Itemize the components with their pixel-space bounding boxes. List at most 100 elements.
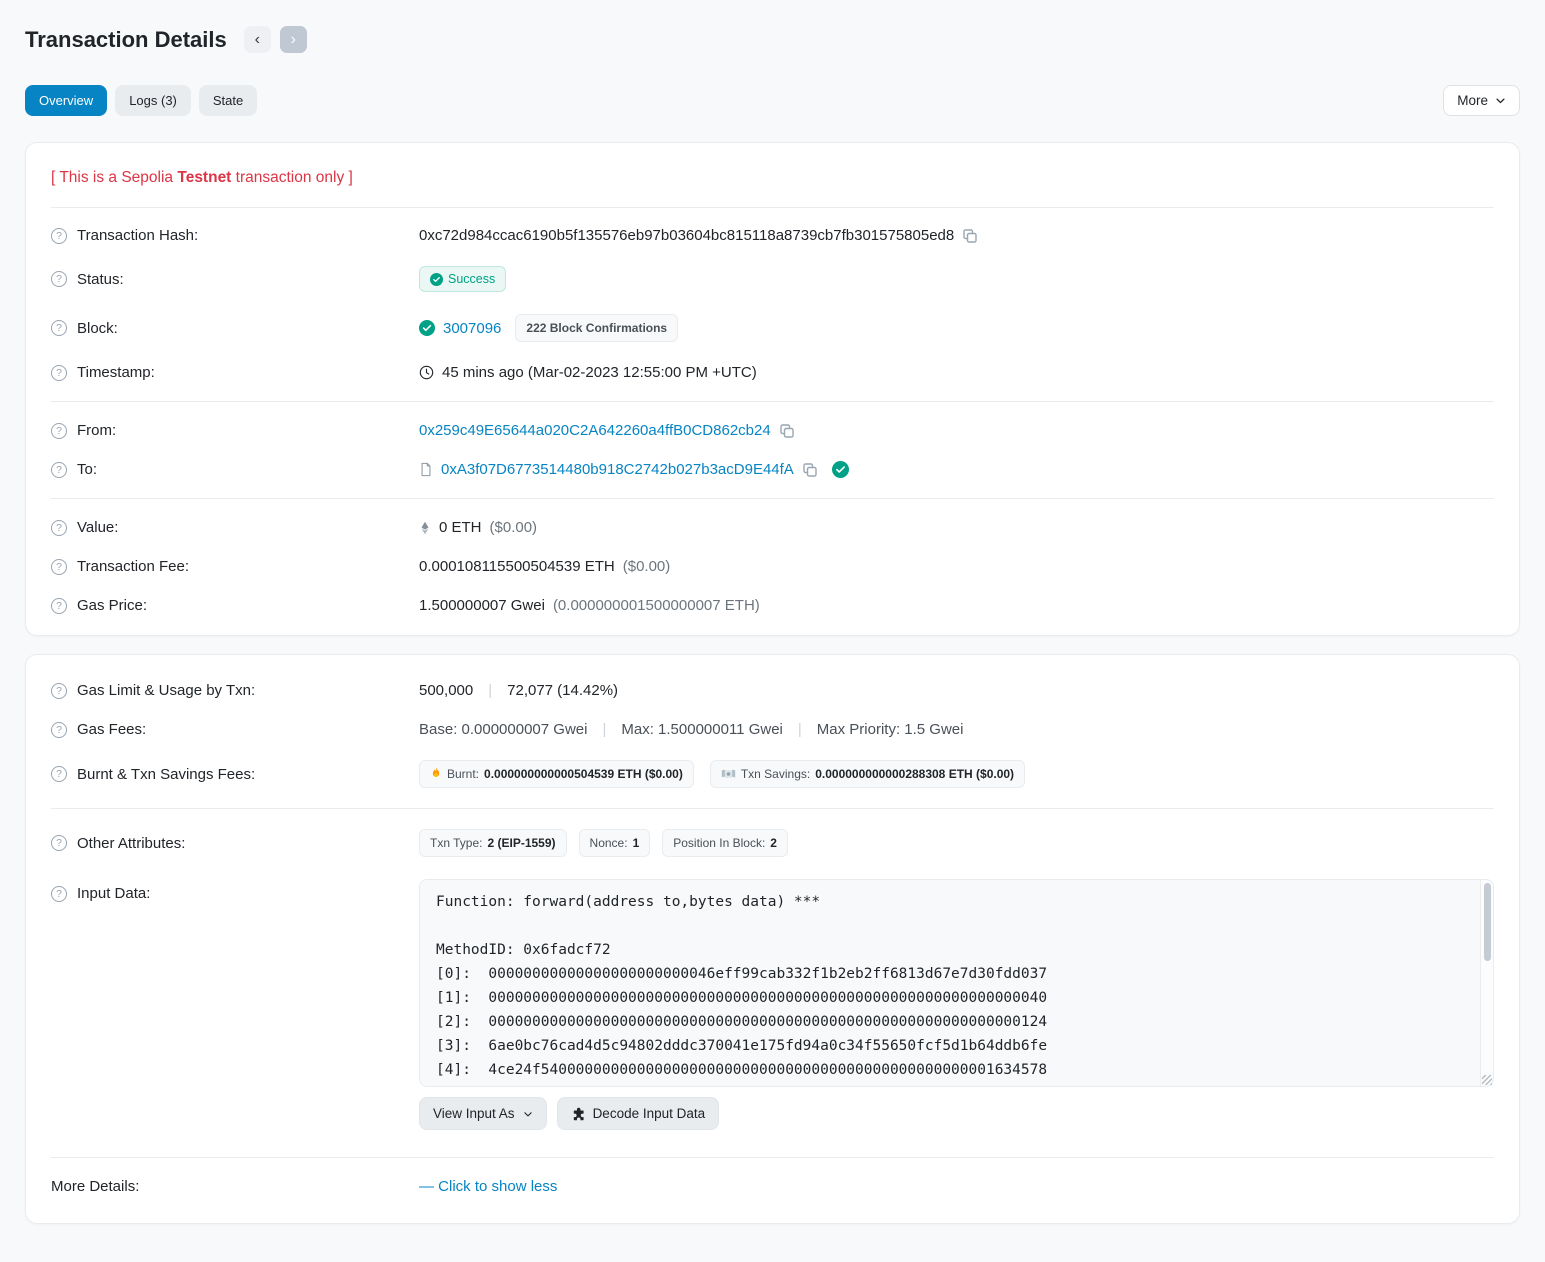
decode-input-data-label: Decode Input Data xyxy=(593,1106,706,1121)
copy-icon[interactable] xyxy=(779,423,795,439)
row-transaction-fee: ? Transaction Fee: 0.000108115500504539 … xyxy=(51,547,1494,586)
row-gas-limit: ? Gas Limit & Usage by Txn: 500,000 | 72… xyxy=(51,671,1494,710)
divider xyxy=(51,498,1494,499)
check-circle-icon xyxy=(419,320,435,336)
tabs-row: Overview Logs (3) State More xyxy=(25,85,1520,116)
position-in-block-label: Position In Block: xyxy=(673,836,765,850)
tab-logs[interactable]: Logs (3) xyxy=(115,85,191,116)
prev-transaction-button[interactable]: ‹ xyxy=(244,26,271,53)
help-icon[interactable]: ? xyxy=(51,520,67,536)
nonce-label: Nonce: xyxy=(590,836,628,850)
more-dropdown-button[interactable]: More xyxy=(1443,85,1520,116)
help-icon[interactable]: ? xyxy=(51,320,67,336)
more-label: More xyxy=(1457,93,1488,108)
value-usd: ($0.00) xyxy=(490,519,538,536)
money-wings-icon xyxy=(721,768,736,780)
block-confirmations-badge: 222 Block Confirmations xyxy=(515,314,678,342)
help-icon[interactable]: ? xyxy=(51,683,67,699)
help-icon[interactable]: ? xyxy=(51,365,67,381)
help-icon[interactable]: ? xyxy=(51,598,67,614)
resize-grip[interactable] xyxy=(1482,1075,1492,1085)
separator: | xyxy=(602,721,606,738)
chevron-down-icon xyxy=(1495,95,1506,106)
show-less-link[interactable]: — Click to show less xyxy=(419,1178,557,1195)
status-badge: Success xyxy=(419,266,506,292)
scrollbar-track[interactable] xyxy=(1480,880,1493,1086)
burnt-badge-value: 0.000000000000504539 ETH ($0.00) xyxy=(484,767,683,781)
gas-fees-label: Gas Fees: xyxy=(77,721,146,738)
txn-type-badge: Txn Type: 2 (EIP-1559) xyxy=(419,829,567,857)
from-address-link[interactable]: 0x259c49E65644a020C2A642260a4ffB0CD862cb… xyxy=(419,422,771,439)
eth-icon xyxy=(419,521,431,535)
row-input-data: ? Input Data: Function: forward(address … xyxy=(51,868,1494,1141)
gas-price-eth: (0.000000001500000007 ETH) xyxy=(553,597,760,614)
input-data-textarea[interactable]: Function: forward(address to,bytes data)… xyxy=(419,879,1494,1087)
row-other-attributes: ? Other Attributes: Txn Type: 2 (EIP-155… xyxy=(51,818,1494,868)
gas-fees-priority: Max Priority: 1.5 Gwei xyxy=(817,721,964,738)
gas-limit-label: Gas Limit & Usage by Txn: xyxy=(77,682,255,699)
help-icon[interactable]: ? xyxy=(51,835,67,851)
verified-check-icon xyxy=(832,461,849,478)
tab-overview[interactable]: Overview xyxy=(25,85,107,116)
transaction-hash-label: Transaction Hash: xyxy=(77,227,198,244)
burnt-badge: Burnt: 0.000000000000504539 ETH ($0.00) xyxy=(419,760,694,788)
copy-icon[interactable] xyxy=(802,462,818,478)
to-address-link[interactable]: 0xA3f07D6773514480b918C2742b027b3acD9E44… xyxy=(441,461,794,478)
input-actions: View Input As Decode Input Data xyxy=(419,1097,1494,1130)
view-input-as-label: View Input As xyxy=(433,1106,515,1121)
help-icon[interactable]: ? xyxy=(51,423,67,439)
status-label: Status: xyxy=(77,271,124,288)
input-data-label: Input Data: xyxy=(77,885,150,902)
row-gas-fees: ? Gas Fees: Base: 0.000000007 Gwei | Max… xyxy=(51,710,1494,749)
row-from: ? From: 0x259c49E65644a020C2A642260a4ffB… xyxy=(51,411,1494,450)
help-icon[interactable]: ? xyxy=(51,462,67,478)
timestamp-value: 45 mins ago (Mar-02-2023 12:55:00 PM +UT… xyxy=(442,364,757,381)
help-icon[interactable]: ? xyxy=(51,228,67,244)
help-icon[interactable]: ? xyxy=(51,722,67,738)
block-number-link[interactable]: 3007096 xyxy=(443,320,501,337)
transaction-fee-label: Transaction Fee: xyxy=(77,558,189,575)
gas-price-label: Gas Price: xyxy=(77,597,147,614)
copy-icon[interactable] xyxy=(962,228,978,244)
next-transaction-button[interactable]: › xyxy=(280,26,307,53)
from-label: From: xyxy=(77,422,116,439)
puzzle-icon xyxy=(571,1107,585,1121)
help-icon[interactable]: ? xyxy=(51,886,67,902)
block-label: Block: xyxy=(77,320,118,337)
more-details-label: More Details: xyxy=(51,1178,139,1195)
tab-state[interactable]: State xyxy=(199,85,257,116)
help-icon[interactable]: ? xyxy=(51,559,67,575)
to-label: To: xyxy=(77,461,97,478)
help-icon[interactable]: ? xyxy=(51,766,67,782)
gas-usage-value: 72,077 (14.42%) xyxy=(507,682,618,699)
txn-savings-badge: Txn Savings: 0.000000000000288308 ETH ($… xyxy=(710,760,1025,788)
testnet-notice: [ This is a Sepolia Testnet transaction … xyxy=(51,153,1494,208)
burnt-badge-label: Burnt: xyxy=(447,767,479,781)
position-in-block-badge: Position In Block: 2 xyxy=(662,829,788,857)
divider xyxy=(51,1157,1494,1158)
page-title: Transaction Details xyxy=(25,27,227,53)
scrollbar-thumb[interactable] xyxy=(1484,883,1491,961)
row-transaction-hash: ? Transaction Hash: 0xc72d984ccac6190b5f… xyxy=(51,216,1494,255)
row-burnt-savings: ? Burnt & Txn Savings Fees: Burnt: 0.000… xyxy=(51,749,1494,799)
nonce-value: 1 xyxy=(633,836,640,850)
chevron-down-icon xyxy=(523,1109,533,1119)
gas-limit-value: 500,000 xyxy=(419,682,473,699)
value-label: Value: xyxy=(77,519,118,536)
tabs: Overview Logs (3) State xyxy=(25,85,257,116)
clock-icon xyxy=(419,365,434,380)
view-input-as-button[interactable]: View Input As xyxy=(419,1097,547,1130)
row-to: ? To: 0xA3f07D6773514480b918C2742b027b3a… xyxy=(51,450,1494,489)
divider xyxy=(51,808,1494,809)
transaction-fee-amount: 0.000108115500504539 ETH xyxy=(419,558,615,575)
transaction-fee-usd: ($0.00) xyxy=(623,558,671,575)
row-status: ? Status: Success xyxy=(51,255,1494,303)
separator: | xyxy=(798,721,802,738)
help-icon[interactable]: ? xyxy=(51,271,67,287)
row-gas-price: ? Gas Price: 1.500000007 Gwei (0.0000000… xyxy=(51,586,1494,625)
flame-icon xyxy=(430,767,442,781)
row-timestamp: ? Timestamp: 45 mins ago (Mar-02-2023 12… xyxy=(51,353,1494,392)
decode-input-data-button[interactable]: Decode Input Data xyxy=(557,1097,720,1130)
other-attributes-label: Other Attributes: xyxy=(77,835,185,852)
burnt-savings-label: Burnt & Txn Savings Fees: xyxy=(77,766,255,783)
